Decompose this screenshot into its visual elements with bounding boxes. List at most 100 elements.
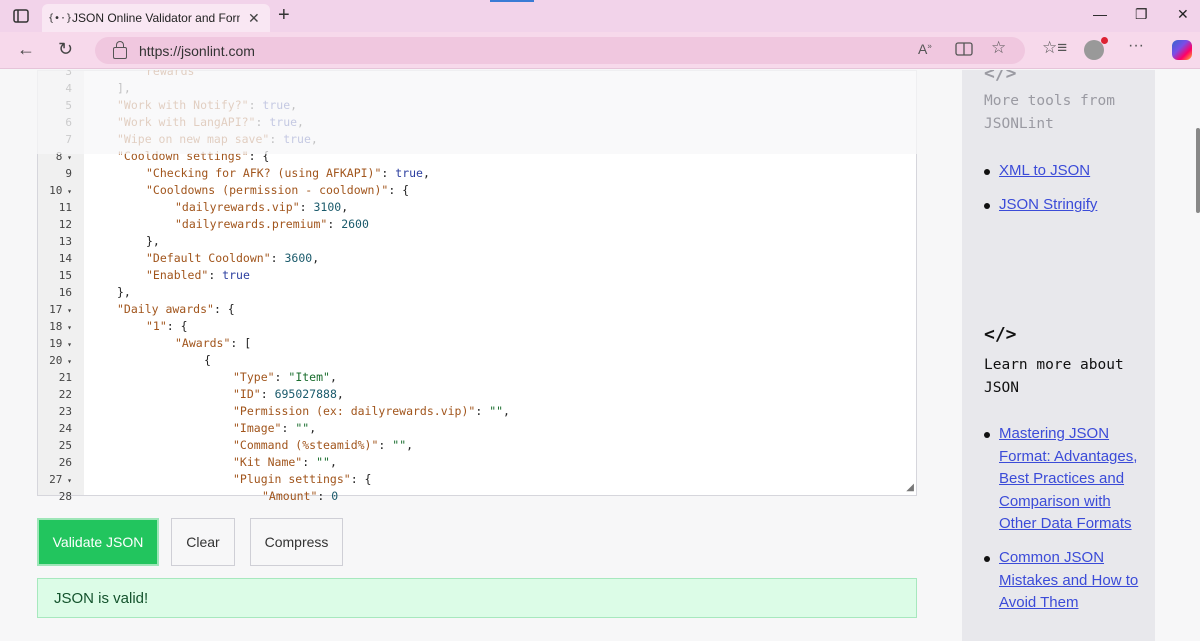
code-token: "Checking for AFK? (using AFKAPI)" [146, 166, 382, 180]
copilot-icon[interactable] [1172, 40, 1192, 60]
code-token: , [329, 455, 337, 469]
code-line: "Default Cooldown": 3600, [146, 250, 319, 267]
url-field[interactable]: https://jsonlint.com [95, 37, 1025, 64]
more-tools-heading: More tools from JSONLint [984, 93, 1115, 132]
code-token: , [503, 404, 510, 418]
code-line: "Daily awards": { [117, 301, 235, 318]
code-token: , [312, 251, 320, 265]
line-number[interactable]: 10 [38, 182, 84, 200]
code-token: "" [316, 455, 330, 469]
code-token: : [270, 251, 285, 265]
code-line: "Command (%steamid%)": "", [233, 437, 413, 454]
tab-actions-icon[interactable] [12, 7, 30, 25]
code-token: "Work with Notify?" [117, 98, 249, 112]
code-line: rewards [146, 70, 194, 80]
code-token: : [248, 98, 263, 112]
code-token: 2600 [341, 217, 369, 231]
favorites-list-icon[interactable]: ☆≡ [1042, 38, 1067, 58]
code-token: 3600 [284, 251, 313, 265]
code-line: "Permission (ex: dailyrewards.vip)": "", [233, 403, 510, 420]
close-tab-icon[interactable]: ✕ [248, 10, 260, 27]
code-line: ], [117, 80, 131, 97]
restore-icon[interactable]: ❐ [1135, 6, 1148, 23]
code-token: , [341, 200, 349, 214]
code-line: "ID": 695027888, [233, 386, 344, 403]
learn-more-list: Mastering JSON Format: Advantages, Best … [984, 423, 1149, 626]
line-number: 12 [58, 218, 72, 231]
back-arrow-icon[interactable]: ← [17, 39, 35, 60]
json-editor[interactable]: 3 4 5 6 7 89 1011 12 13 14 15 16 1718192021 22 23 24 25 2… [37, 70, 917, 503]
line-number[interactable]: 8 [38, 148, 84, 166]
compress-button[interactable]: Compress [250, 518, 343, 566]
code-line: "Type": "Item", [233, 369, 337, 386]
code-token: "Cooldown settings" [117, 149, 249, 163]
code-token: , [309, 421, 317, 435]
close-window-icon[interactable]: ✕ [1177, 6, 1189, 23]
code-token: "" [489, 404, 504, 418]
code-token: , [406, 438, 414, 452]
immersive-reader-icon[interactable] [955, 41, 973, 60]
code-token: true [269, 115, 298, 129]
sidebar: </> More tools from JSONLint XML to JSON… [962, 70, 1155, 641]
line-number[interactable]: 19 [38, 335, 84, 353]
code-token: : [281, 421, 296, 435]
favorite-star-icon[interactable]: ☆ [991, 38, 1006, 58]
code-token: : [260, 387, 275, 401]
line-number[interactable]: 20 [38, 352, 84, 370]
json-stringify-link[interactable]: JSON Stringify [999, 196, 1097, 213]
code-token: "" [295, 421, 310, 435]
code-token: "Type" [233, 370, 275, 384]
scrollbar-thumb[interactable] [1196, 128, 1200, 213]
code-line: "Amount": 0 [262, 488, 338, 505]
code-token: : [381, 166, 396, 180]
code-token: : { [350, 472, 372, 486]
code-line: "Checking for AFK? (using AFKAPI)": true… [146, 165, 430, 182]
code-token: "Item" [288, 370, 330, 384]
line-number[interactable]: 18 [38, 318, 84, 336]
profile-avatar[interactable] [1084, 37, 1108, 60]
code-area[interactable]: rewards], "Work with Notify?": true, "Work… [84, 70, 916, 503]
line-number[interactable]: 17 [38, 301, 84, 319]
validate-json-button[interactable]: Validate JSON [37, 518, 159, 566]
more-tools-list: XML to JSON JSON Stringify [984, 160, 1149, 227]
mastering-json-link[interactable]: Mastering JSON Format: Advantages, Best … [999, 425, 1137, 532]
code-line: "Plugin settings": { [233, 471, 371, 488]
code-token: : [269, 132, 284, 146]
clear-button[interactable]: Clear [171, 518, 235, 566]
line-number: 28 [58, 490, 72, 503]
line-number[interactable]: 27 [38, 471, 84, 489]
code-token: : { [388, 183, 410, 197]
read-aloud-icon[interactable]: A» [918, 41, 932, 57]
code-brackets-icon: </> [984, 324, 1017, 345]
resize-handle-icon[interactable]: ◢ [906, 482, 914, 493]
code-token: : { [213, 302, 235, 316]
code-token: "Command (%steamid%)" [233, 438, 379, 452]
code-token: "Work with LangAPI?" [117, 115, 256, 129]
refresh-icon[interactable]: ↻ [58, 39, 73, 60]
new-tab-icon[interactable]: + [278, 4, 290, 27]
xml-to-json-link[interactable]: XML to JSON [999, 162, 1090, 179]
line-number: 9 [65, 167, 72, 180]
line-number: 14 [58, 252, 72, 265]
common-mistakes-link[interactable]: Common JSON Mistakes and How to Avoid Th… [999, 549, 1138, 611]
code-token: , [422, 166, 430, 180]
code-line: { [204, 352, 211, 369]
url-text: https://jsonlint.com [139, 42, 255, 59]
line-number: 5 [65, 99, 72, 112]
code-token: : { [248, 149, 270, 163]
line-number: 4 [65, 82, 72, 95]
browser-tab-bar: {•·} JSON Online Validator and Formatter… [0, 0, 1200, 32]
code-token: "ID" [233, 387, 261, 401]
line-number: 22 [58, 388, 72, 401]
code-token: true [283, 132, 311, 146]
code-token: : [274, 370, 289, 384]
code-token: : { [166, 319, 188, 333]
page-content: 3 4 5 6 7 89 1011 12 13 14 15 16 1718192021 22 23 24 25 2… [0, 70, 1200, 641]
list-item: Common JSON Mistakes and How to Avoid Th… [984, 547, 1149, 615]
code-line: }, [117, 284, 131, 301]
browser-tab[interactable]: {•·} JSON Online Validator and Formatter… [42, 4, 270, 32]
line-number: 11 [58, 201, 72, 214]
minimize-icon[interactable]: — [1093, 6, 1107, 22]
more-options-icon[interactable]: ··· [1128, 37, 1144, 55]
code-token: "Wipe on new map save" [117, 132, 270, 146]
